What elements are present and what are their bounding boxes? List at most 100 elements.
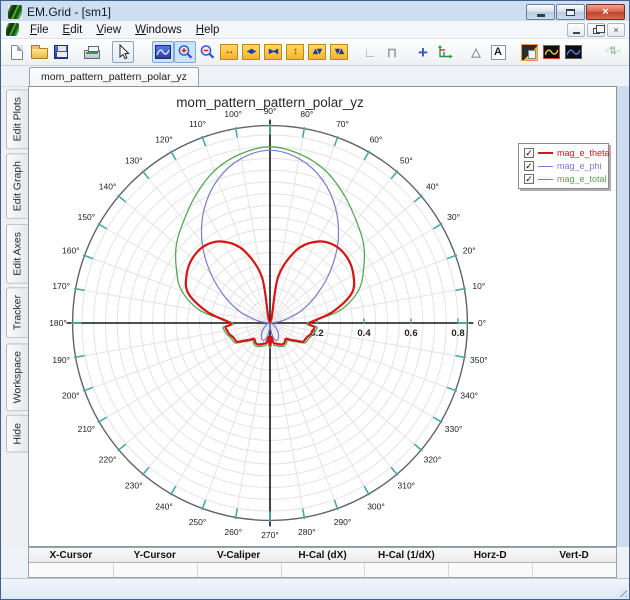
save-button[interactable]: [50, 41, 72, 63]
angle-label: 260°: [224, 527, 242, 537]
angle-label: 280°: [298, 527, 316, 537]
angle-label: 80°: [300, 109, 313, 119]
angle-label: 200°: [62, 391, 80, 401]
sidebar-tab-edit-plots[interactable]: Edit Plots: [6, 89, 28, 150]
crosshair-button[interactable]: +: [412, 41, 434, 63]
cursor-table-header: X-Cursor Y-Cursor V-Caliper H-Cal (dX) H-Cal…: [29, 548, 616, 563]
mdi-restore-icon: [592, 24, 605, 34]
angle-label: 250°: [189, 517, 207, 527]
zoom-window-button[interactable]: [152, 41, 174, 63]
document-area: mom_pattern_pattern_polar_yz Edit Plots E…: [1, 66, 629, 578]
angle-label: 240°: [155, 502, 173, 512]
axes-button[interactable]: [434, 41, 456, 63]
angle-label: 110°: [189, 119, 206, 129]
vertical-space-button[interactable]: ▫⇅▫: [602, 41, 624, 63]
copy-graph-button[interactable]: [518, 41, 540, 63]
cursor-column-x-cursor: X-Cursor: [49, 549, 93, 561]
menu-windows[interactable]: Windows: [128, 23, 189, 38]
cursor-value-cell: [280, 563, 365, 577]
sidebar-tab-tracker[interactable]: Tracker: [6, 287, 28, 339]
menu-help[interactable]: Help: [189, 23, 227, 38]
legend-checkbox-mag_e_theta[interactable]: ✓: [524, 148, 534, 158]
menu-edit[interactable]: Edit: [56, 23, 90, 38]
legend-checkbox-mag_e_phi[interactable]: ✓: [524, 161, 534, 171]
mdi-close-button[interactable]: ×: [607, 22, 625, 37]
pointer-tool-button[interactable]: [112, 41, 134, 63]
angle-label: 0°: [478, 318, 486, 328]
angle-label: 30°: [447, 212, 460, 222]
menu-bar: File Edit View Windows Help ×: [1, 21, 629, 39]
legend-box[interactable]: ✓ mag_e_theta ✓ mag_e_phi ✓ mag_e_total: [518, 143, 610, 189]
document-tab[interactable]: mom_pattern_pattern_polar_yz: [29, 67, 199, 86]
cursor-value-cell: [532, 563, 616, 577]
expand-y-button[interactable]: ↕: [284, 41, 306, 63]
compress-y-button[interactable]: ▴▾: [306, 41, 328, 63]
sidebar-tab-edit-graph[interactable]: Edit Graph: [6, 153, 28, 220]
maximize-button[interactable]: [556, 4, 585, 20]
angle-label: 210°: [78, 424, 96, 434]
cursor-column-vert-d: Vert-D: [559, 549, 589, 561]
menu-view[interactable]: View: [89, 23, 128, 38]
expand-x-button[interactable]: ↔: [218, 41, 240, 63]
legend-item-mag_e_phi: ✓ mag_e_phi: [524, 161, 603, 171]
sidebar-tab-workspace[interactable]: Workspace: [6, 342, 28, 411]
angle-label: 100°: [224, 109, 242, 119]
minimize-button[interactable]: [526, 4, 555, 20]
mdi-minimize-button[interactable]: [567, 22, 585, 37]
plot-panel: 0.2 0.4 0.6 0.8 0° 10° 20° 30° 40° 50° 60° 70° 80° 90…: [28, 86, 617, 547]
close-button[interactable]: ×: [586, 4, 625, 20]
corner-top-button[interactable]: ⊓: [381, 41, 403, 63]
cursor-value-cell: [448, 563, 533, 577]
angle-label: 40°: [426, 182, 439, 192]
angle-label: 130°: [125, 156, 143, 166]
legend-checkbox-mag_e_total[interactable]: ✓: [524, 174, 534, 184]
radial-label: 0.8: [451, 328, 464, 339]
cursor-column-h-cal-dx-: H-Cal (dX): [298, 549, 347, 561]
radial-label: 0.6: [404, 328, 417, 339]
open-button[interactable]: [28, 41, 50, 63]
document-icon: [6, 23, 19, 36]
legend-line-sample: [538, 165, 553, 167]
mdi-window-controls: ×: [567, 22, 625, 37]
text-label-button[interactable]: A: [487, 41, 509, 63]
angle-label: 10°: [472, 281, 485, 291]
legend-label: mag_e_total: [557, 174, 607, 184]
cursor-column-y-cursor: Y-Cursor: [133, 549, 176, 561]
legend-item-mag_e_total: ✓ mag_e_total: [524, 174, 607, 184]
corner-bottom-button[interactable]: ∟: [359, 41, 381, 63]
application-window: EM.Grid - [sm1] × File Edit View Windows Hel…: [0, 0, 630, 600]
angle-label: 230°: [125, 480, 143, 490]
angle-label: 340°: [460, 391, 478, 401]
title-bar[interactable]: EM.Grid - [sm1] ×: [1, 1, 629, 21]
center-y-button[interactable]: ▾▴: [328, 41, 350, 63]
triangle-button[interactable]: △: [465, 41, 487, 63]
resize-grip[interactable]: [616, 586, 627, 597]
new-document-button[interactable]: [6, 41, 28, 63]
center-x-button[interactable]: ▸◂: [262, 41, 284, 63]
app-logo-icon: [8, 5, 22, 19]
angle-label: 220°: [99, 454, 117, 464]
angle-label: 320°: [424, 454, 442, 464]
menu-file[interactable]: File: [23, 23, 56, 38]
angle-label: 270°: [261, 530, 279, 540]
sidebar-tab-edit-axes[interactable]: Edit Axes: [6, 223, 28, 284]
print-button[interactable]: [81, 41, 103, 63]
sidebar-tab-strip: Edit Plots Edit Graph Edit Axes Tracker Work…: [1, 86, 28, 547]
zoom-out-button[interactable]: [196, 41, 218, 63]
dark-plot-yellow-button[interactable]: [540, 41, 562, 63]
status-bar: [1, 578, 629, 599]
chart-title: mom_pattern_pattern_polar_yz: [176, 95, 364, 110]
dark-plot-blue-button[interactable]: [562, 41, 584, 63]
cursor-column-v-caliper: V-Caliper: [216, 549, 261, 561]
cursor-value-cell: [112, 563, 197, 577]
angle-label: 120°: [155, 134, 173, 144]
mdi-restore-button[interactable]: [587, 22, 605, 37]
angle-label: 20°: [463, 246, 476, 256]
menu-items: File Edit View Windows Help: [23, 24, 226, 36]
angle-label: 170°: [52, 281, 70, 291]
angle-label: 180°: [49, 318, 67, 328]
compress-x-button[interactable]: ◂▸: [240, 41, 262, 63]
zoom-in-button[interactable]: [174, 41, 196, 63]
angle-label: 330°: [445, 424, 463, 434]
sidebar-tab-hide[interactable]: Hide: [6, 414, 28, 453]
